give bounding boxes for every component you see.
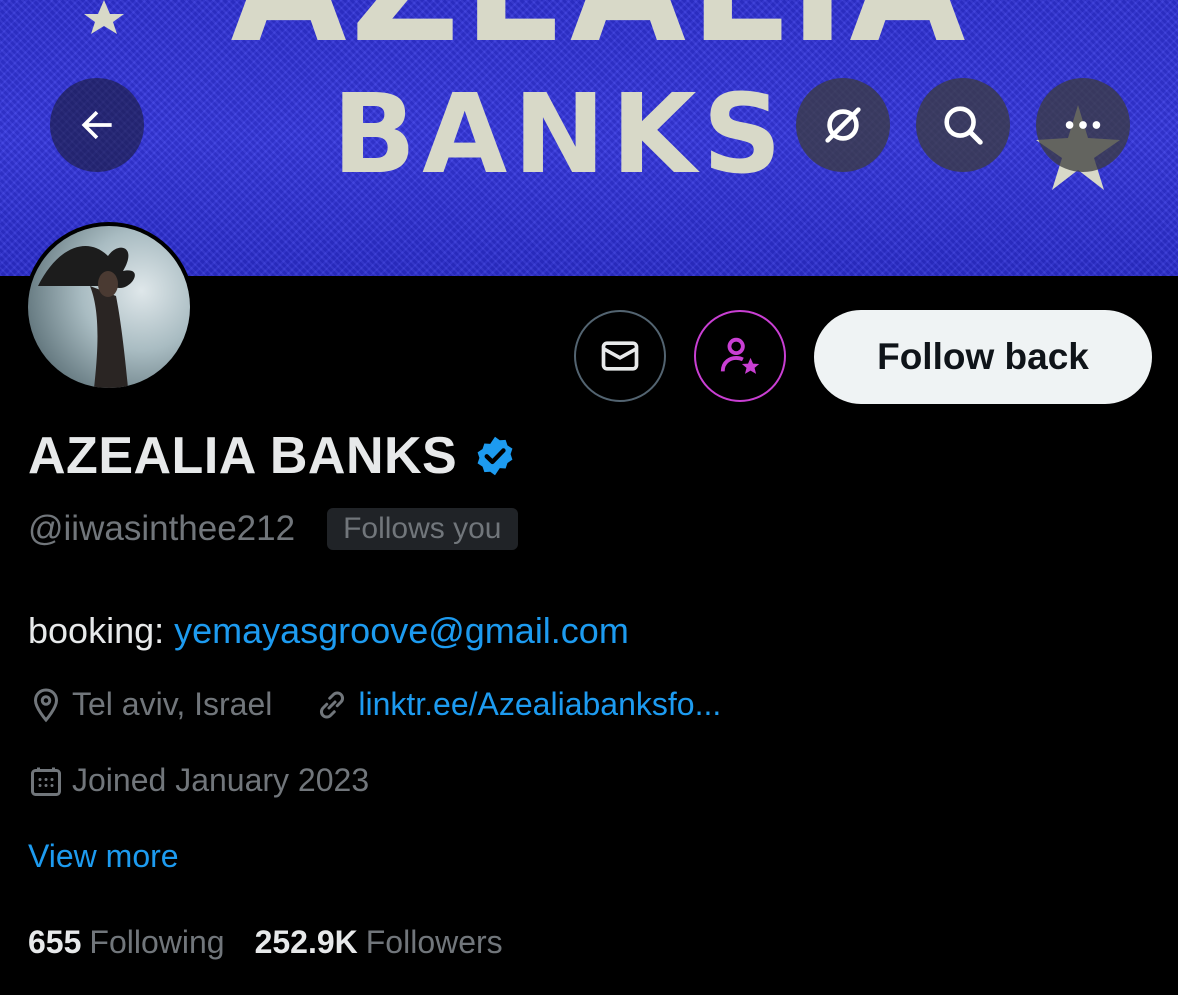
follows-you-badge: Follows you (327, 508, 518, 550)
followers-label: Followers (365, 924, 503, 960)
location-pin-icon (33, 687, 59, 722)
person-star-icon (720, 337, 760, 374)
notifications-button[interactable] (694, 310, 786, 402)
profile-bio: booking: yemayasgroove@gmail.com (28, 610, 629, 652)
follow-stats: 655 Following 252.9K Followers (28, 924, 503, 961)
location: Tel aviv, Israel (28, 686, 272, 723)
profile-name: AZEALIA BANKS (28, 427, 458, 485)
following-label: Following (89, 924, 225, 960)
followers-count: 252.9K (254, 924, 358, 960)
profile-name-row: AZEALIA BANKS (28, 426, 517, 486)
verified-badge-icon[interactable] (473, 434, 517, 478)
link-icon (320, 690, 345, 719)
bio-email-link[interactable]: yemayasgroove@gmail.com (174, 610, 629, 651)
following-count: 655 (28, 924, 82, 960)
star-decoration (84, 0, 124, 34)
follow-back-button[interactable]: Follow back (814, 310, 1152, 404)
bio-text: booking: (28, 610, 175, 651)
joined-text: Joined January 2023 (72, 762, 370, 798)
location-text: Tel aviv, Israel (72, 686, 273, 722)
avatar-image (28, 226, 190, 388)
followers-stat[interactable]: 252.9K Followers (255, 924, 503, 961)
website-link[interactable]: linktr.ee/Azealiabanksfo... (358, 686, 721, 723)
calendar-icon (31, 767, 61, 796)
avatar[interactable] (24, 222, 194, 392)
handle-row: @iiwasinthee212 Follows you (28, 508, 518, 550)
grok-button[interactable] (796, 78, 890, 172)
back-button[interactable] (50, 78, 144, 172)
banner-line1: AZEALIA (231, 0, 970, 76)
more-button[interactable] (1036, 78, 1130, 172)
grok-icon (825, 107, 861, 143)
banner-line2: BANKS (332, 70, 788, 198)
profile-meta-row: Tel aviv, Israel linktr.ee/Azealiabanksf… (28, 686, 721, 723)
search-icon (944, 106, 983, 145)
profile-handle: @iiwasinthee212 (28, 509, 296, 548)
view-more-link[interactable]: View more (28, 838, 179, 875)
join-date: Joined January 2023 (28, 762, 369, 799)
website[interactable]: linktr.ee/Azealiabanksfo... (314, 686, 721, 723)
joined-row: Joined January 2023 (28, 762, 369, 799)
following-stat[interactable]: 655 Following (28, 924, 225, 961)
mail-icon (601, 341, 639, 371)
search-button[interactable] (916, 78, 1010, 172)
message-button[interactable] (574, 310, 666, 402)
arrow-left-icon (81, 110, 112, 140)
more-horizontal-icon (1065, 121, 1101, 129)
